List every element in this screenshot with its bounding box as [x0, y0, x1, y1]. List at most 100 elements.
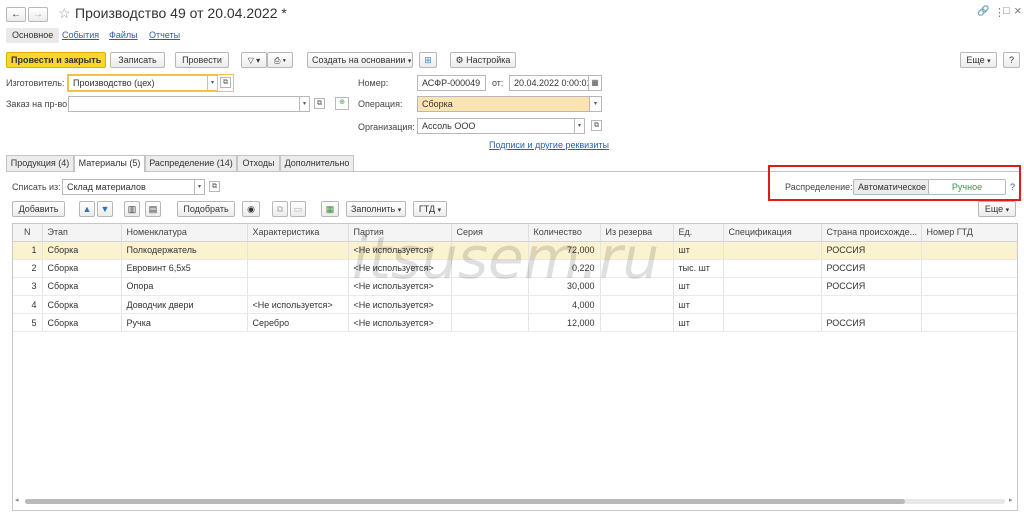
print-dropdown-button[interactable]: ⎙ ▾ [267, 52, 293, 68]
table-cell[interactable] [723, 241, 822, 260]
add-button[interactable]: Добавить [12, 201, 65, 217]
table-cell[interactable]: РОССИЯ [821, 313, 922, 333]
gtd-button[interactable]: ГТД ▾ [413, 201, 447, 217]
org-dropdown[interactable]: ▾ [575, 118, 585, 134]
distribution-manual-button[interactable]: Ручное [928, 179, 1006, 195]
help-button[interactable]: ? [1003, 52, 1020, 68]
table-cell[interactable]: <Не используется> [348, 313, 452, 333]
distribution-auto-button[interactable]: Автоматическое [853, 179, 929, 195]
tab-products[interactable]: Продукция (4) [6, 155, 74, 171]
writeoff-open-button[interactable]: ⧉ [209, 181, 220, 192]
copy-button[interactable]: ⧉ [272, 201, 288, 217]
order-dropdown[interactable]: ▾ [300, 96, 310, 112]
table-cell[interactable]: тыс. шт [673, 259, 724, 278]
write-button[interactable]: Записать [110, 52, 165, 68]
signatures-link[interactable]: Подписи и другие реквизиты [489, 139, 609, 151]
table-cell[interactable]: 3 [13, 277, 43, 297]
table-settings-button[interactable]: ▦ [321, 201, 339, 217]
link-icon[interactable]: 🔗 [977, 6, 989, 17]
table-cell[interactable]: 12,000 [528, 313, 601, 333]
table-cell[interactable]: 4 [13, 295, 43, 315]
column-header[interactable]: N [13, 224, 43, 242]
move-down-button[interactable]: ▼ [97, 201, 113, 217]
table-cell[interactable]: Сборка [42, 295, 122, 315]
table-cell[interactable] [247, 259, 349, 278]
table-cell[interactable]: РОССИЯ [821, 241, 922, 260]
maximize-icon[interactable]: □ [1003, 5, 1010, 17]
order-field[interactable] [68, 96, 300, 112]
number-field[interactable]: АСФР-000049 [417, 75, 486, 91]
table-cell[interactable]: 72,000 [528, 241, 601, 260]
nav-tab-main[interactable]: Основное [6, 28, 60, 43]
post-button[interactable]: Провести [175, 52, 229, 68]
table-cell[interactable]: Евровинт 6,5х5 [121, 259, 248, 278]
table-cell[interactable]: Полкодержатель [121, 241, 248, 260]
move-up-button[interactable]: ▲ [79, 201, 95, 217]
table-cell[interactable] [921, 241, 1017, 260]
table-cell[interactable]: РОССИЯ [821, 277, 922, 297]
scrollbar-thumb[interactable] [25, 499, 905, 504]
view-button[interactable]: ◉ [242, 201, 260, 217]
table-cell[interactable] [600, 241, 674, 260]
table-cell[interactable]: <Не используется> [247, 295, 349, 315]
table-cell[interactable]: <Не используется> [348, 295, 452, 315]
org-open-button[interactable]: ⧉ [591, 120, 602, 131]
table-cell[interactable] [451, 313, 529, 333]
tab-distribution[interactable]: Распределение (14) [145, 155, 237, 171]
table-cell[interactable]: <Не используется> [348, 241, 452, 260]
close-icon[interactable]: × [1014, 3, 1022, 18]
table-row[interactable]: 2 Сборка Евровинт 6,5х5 <Не используется> 0,… [13, 259, 1017, 278]
post-and-close-button[interactable]: Провести и закрыть [6, 52, 106, 68]
table-row[interactable]: 3 Сборка Опора <Не используется> 30,000 шт РОС… [13, 277, 1017, 297]
table-row[interactable]: 5 Сборка Ручка Серебро <Не используется> 12,0… [13, 313, 1017, 333]
order-create-button[interactable]: ⊕ [335, 97, 349, 110]
table-cell[interactable]: Доводчик двери [121, 295, 248, 315]
scroll-right-icon[interactable]: ▸ [1009, 496, 1013, 504]
column-header[interactable]: Этап [42, 224, 122, 242]
table-more-button[interactable]: Еще ▾ [978, 201, 1016, 217]
table-cell[interactable]: 0,220 [528, 259, 601, 278]
nav-link-reports[interactable]: Отчеты [149, 29, 180, 41]
table-cell[interactable]: шт [673, 295, 724, 315]
scroll-left-icon[interactable]: ◂ [15, 496, 19, 504]
column-header[interactable]: Из резерва [600, 224, 674, 242]
table-cell[interactable]: 2 [13, 259, 43, 278]
calendar-button[interactable]: ▦ [589, 75, 602, 91]
table-cell[interactable] [451, 259, 529, 278]
table-cell[interactable]: Сборка [42, 277, 122, 297]
table-cell[interactable]: 30,000 [528, 277, 601, 297]
table-cell[interactable]: 4,000 [528, 295, 601, 315]
structure-button[interactable]: ⊞ [419, 52, 437, 68]
table-cell[interactable]: шт [673, 277, 724, 297]
table-cell[interactable] [600, 313, 674, 333]
writeoff-dropdown[interactable]: ▾ [195, 179, 205, 195]
tab-additional[interactable]: Дополнительно [280, 155, 354, 171]
table-cell[interactable]: шт [673, 313, 724, 333]
filter-dropdown-button[interactable]: ▽ ▾ [241, 52, 267, 68]
operation-dropdown[interactable]: ▾ [590, 96, 602, 112]
table-cell[interactable] [921, 259, 1017, 278]
table-cell[interactable]: 5 [13, 313, 43, 333]
tab-waste[interactable]: Отходы [237, 155, 280, 171]
table-cell[interactable] [821, 295, 922, 315]
table-row[interactable]: 1 Сборка Полкодержатель <Не используется> 72… [13, 241, 1017, 260]
column-header[interactable]: Серия [451, 224, 529, 242]
column-header[interactable]: Характеристика [247, 224, 349, 242]
table-cell[interactable] [247, 241, 349, 260]
selection-button[interactable]: ▤ [145, 201, 161, 217]
tab-materials[interactable]: Материалы (5) [74, 155, 145, 172]
column-header[interactable]: Номенклатура [121, 224, 248, 242]
table-cell[interactable]: 1 [13, 241, 43, 260]
table-cell[interactable] [451, 241, 529, 260]
table-cell[interactable] [723, 277, 822, 297]
table-cell[interactable] [921, 295, 1017, 315]
settings-button[interactable]: ⚙ Настройка [450, 52, 516, 68]
table-row[interactable]: 4 Сборка Доводчик двери <Не используется> <Н… [13, 295, 1017, 315]
operation-field[interactable]: Сборка [417, 96, 590, 112]
column-header[interactable]: Количество [528, 224, 601, 242]
org-field[interactable]: Ассоль ООО [417, 118, 575, 134]
table-cell[interactable]: Сборка [42, 259, 122, 278]
table-cell[interactable]: Ручка [121, 313, 248, 333]
table-cell[interactable] [600, 259, 674, 278]
column-header[interactable]: Номер ГТД [921, 224, 1017, 242]
